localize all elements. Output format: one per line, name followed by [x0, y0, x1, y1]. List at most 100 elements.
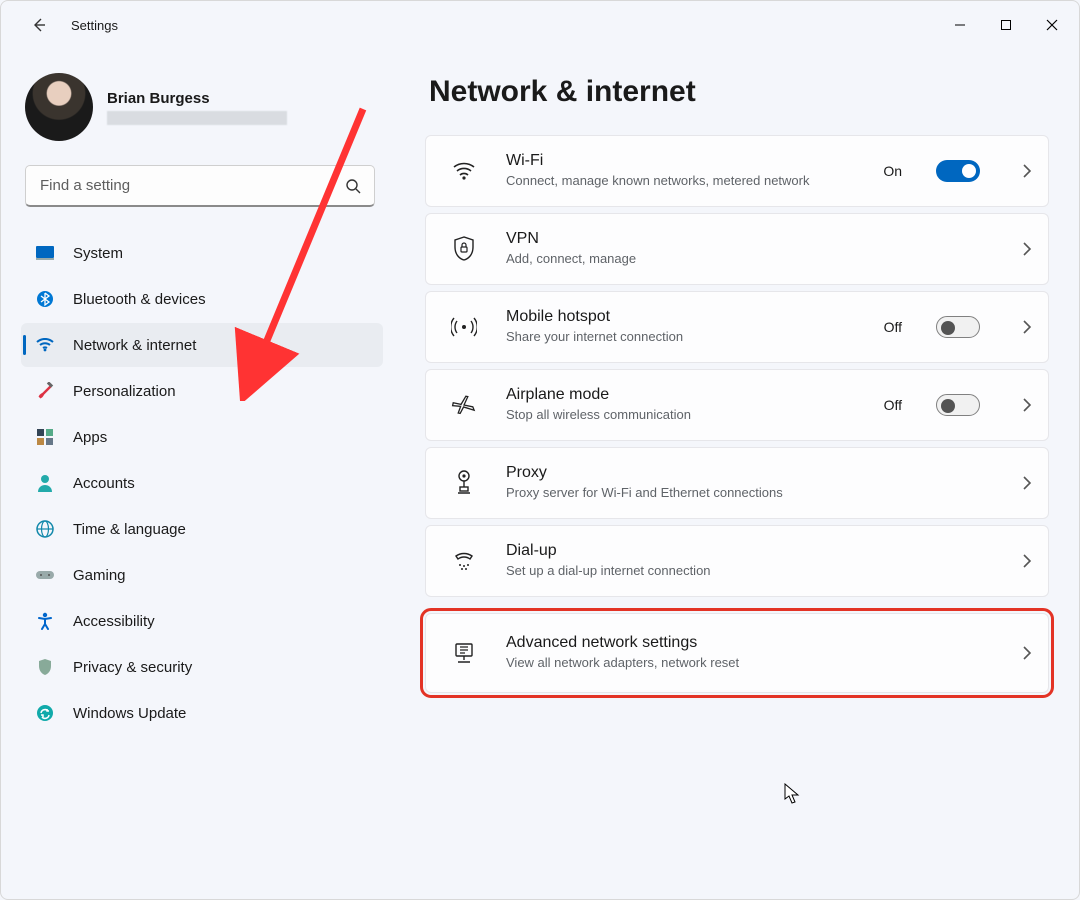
brush-icon	[35, 382, 55, 400]
shield-icon	[35, 658, 55, 676]
accessibility-icon	[35, 612, 55, 630]
sidebar-item-accounts[interactable]: Accounts	[21, 461, 383, 505]
window-title: Settings	[71, 18, 118, 33]
back-button[interactable]	[19, 5, 59, 45]
sidebar-item-privacy-security[interactable]: Privacy & security	[21, 645, 383, 689]
sidebar-item-system[interactable]: System	[21, 231, 383, 275]
airplane-icon	[446, 393, 482, 417]
chevron-right-icon	[1022, 645, 1032, 661]
sidebar-item-windows-update[interactable]: Windows Update	[21, 691, 383, 735]
sidebar-item-network[interactable]: Network & internet	[21, 323, 383, 367]
hotspot-state-label: Off	[884, 319, 902, 335]
card-airplane-mode[interactable]: Airplane mode Stop all wireless communic…	[425, 369, 1049, 441]
close-icon	[1046, 19, 1058, 31]
nav: System Bluetooth & devices Network & int…	[19, 231, 383, 735]
wifi-icon	[35, 338, 55, 352]
card-title: Airplane mode	[506, 386, 852, 404]
sidebar-item-apps[interactable]: Apps	[21, 415, 383, 459]
card-title: Advanced network settings	[506, 634, 990, 652]
vpn-shield-icon	[446, 236, 482, 262]
sidebar-item-time-language[interactable]: Time & language	[21, 507, 383, 551]
profile-name: Brian Burgess	[107, 90, 287, 107]
minimize-icon	[954, 19, 966, 31]
close-button[interactable]	[1029, 5, 1075, 45]
chevron-right-icon	[1022, 553, 1032, 569]
airplane-toggle[interactable]	[936, 394, 980, 416]
minimize-button[interactable]	[937, 5, 983, 45]
card-dial-up[interactable]: Dial-up Set up a dial-up internet connec…	[425, 525, 1049, 597]
card-title: VPN	[506, 230, 990, 248]
card-proxy[interactable]: Proxy Proxy server for Wi-Fi and Etherne…	[425, 447, 1049, 519]
sidebar-item-accessibility[interactable]: Accessibility	[21, 599, 383, 643]
search-icon	[345, 178, 361, 194]
sidebar-item-label: Gaming	[73, 567, 126, 584]
person-icon	[35, 474, 55, 492]
card-title: Dial-up	[506, 542, 990, 560]
sidebar-item-gaming[interactable]: Gaming	[21, 553, 383, 597]
chevron-right-icon	[1022, 319, 1032, 335]
card-title: Mobile hotspot	[506, 308, 852, 326]
avatar	[25, 73, 93, 141]
profile-sub-redacted	[107, 111, 287, 125]
arrow-left-icon	[31, 17, 47, 33]
sidebar-item-label: Time & language	[73, 521, 186, 538]
card-vpn[interactable]: VPN Add, connect, manage	[425, 213, 1049, 285]
sidebar-item-bluetooth[interactable]: Bluetooth & devices	[21, 277, 383, 321]
card-sub: Add, connect, manage	[506, 250, 990, 268]
maximize-button[interactable]	[983, 5, 1029, 45]
sidebar-item-label: Bluetooth & devices	[73, 291, 206, 308]
sidebar-item-label: Windows Update	[73, 705, 186, 722]
system-icon	[35, 246, 55, 260]
cards: Wi-Fi Connect, manage known networks, me…	[425, 135, 1049, 693]
chevron-right-icon	[1022, 241, 1032, 257]
page-title: Network & internet	[429, 75, 1049, 109]
update-icon	[35, 704, 55, 722]
wifi-icon	[446, 161, 482, 181]
gamepad-icon	[35, 568, 55, 582]
maximize-icon	[1000, 19, 1012, 31]
card-sub: Stop all wireless communication	[506, 406, 852, 424]
titlebar: Settings	[1, 1, 1079, 49]
sidebar-item-personalization[interactable]: Personalization	[21, 369, 383, 413]
apps-icon	[35, 429, 55, 445]
adapter-icon	[446, 641, 482, 665]
search-input[interactable]	[25, 165, 375, 207]
proxy-icon	[446, 470, 482, 496]
settings-window: Settings Brian Burgess	[0, 0, 1080, 900]
hotspot-icon	[446, 317, 482, 337]
card-advanced-network[interactable]: Advanced network settings View all netwo…	[425, 613, 1049, 693]
sidebar-item-label: Accounts	[73, 475, 135, 492]
card-sub: Set up a dial-up internet connection	[506, 562, 990, 580]
chevron-right-icon	[1022, 475, 1032, 491]
card-mobile-hotspot[interactable]: Mobile hotspot Share your internet conne…	[425, 291, 1049, 363]
sidebar-item-label: Accessibility	[73, 613, 155, 630]
card-sub: Connect, manage known networks, metered …	[506, 172, 851, 190]
main: Network & internet Wi-Fi Connect, manage…	[401, 49, 1079, 899]
cursor-icon	[784, 783, 802, 805]
card-sub: View all network adapters, network reset	[506, 654, 990, 672]
window-controls	[937, 5, 1075, 45]
sidebar-item-label: Personalization	[73, 383, 176, 400]
search-wrap	[25, 165, 375, 207]
sidebar-item-label: Apps	[73, 429, 107, 446]
dialup-icon	[446, 550, 482, 572]
wifi-toggle[interactable]	[936, 160, 980, 182]
globe-clock-icon	[35, 520, 55, 538]
sidebar: Brian Burgess System Bluetooth & devices	[1, 49, 401, 899]
card-sub: Proxy server for Wi-Fi and Ethernet conn…	[506, 484, 990, 502]
card-sub: Share your internet connection	[506, 328, 852, 346]
airplane-state-label: Off	[884, 397, 902, 413]
bluetooth-icon	[35, 290, 55, 308]
sidebar-item-label: Network & internet	[73, 337, 196, 354]
card-title: Proxy	[506, 464, 990, 482]
hotspot-toggle[interactable]	[936, 316, 980, 338]
chevron-right-icon	[1022, 397, 1032, 413]
wifi-state-label: On	[883, 163, 902, 179]
content: Brian Burgess System Bluetooth & devices	[1, 49, 1079, 899]
sidebar-item-label: System	[73, 245, 123, 262]
profile[interactable]: Brian Burgess	[25, 73, 383, 141]
sidebar-item-label: Privacy & security	[73, 659, 192, 676]
chevron-right-icon	[1022, 163, 1032, 179]
card-wifi[interactable]: Wi-Fi Connect, manage known networks, me…	[425, 135, 1049, 207]
card-title: Wi-Fi	[506, 152, 851, 170]
